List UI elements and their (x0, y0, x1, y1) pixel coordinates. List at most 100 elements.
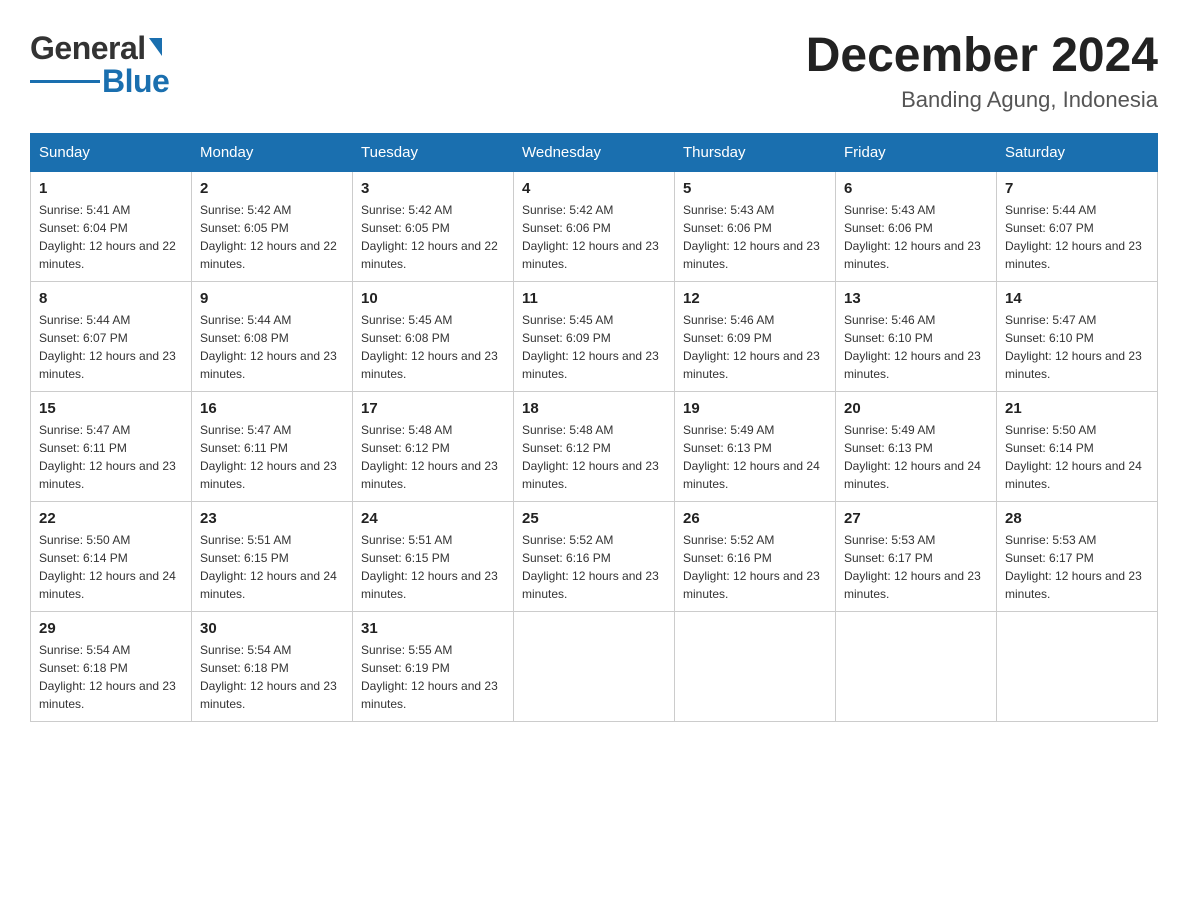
calendar-cell: 6 Sunrise: 5:43 AM Sunset: 6:06 PM Dayli… (836, 171, 997, 281)
day-number: 17 (361, 400, 505, 417)
logo-blue-text: Blue (102, 63, 169, 100)
day-info: Sunrise: 5:47 AM Sunset: 6:11 PM Dayligh… (39, 421, 183, 493)
day-number: 18 (522, 400, 666, 417)
day-info: Sunrise: 5:46 AM Sunset: 6:09 PM Dayligh… (683, 311, 827, 383)
calendar-cell: 11 Sunrise: 5:45 AM Sunset: 6:09 PM Dayl… (514, 281, 675, 391)
calendar-cell: 7 Sunrise: 5:44 AM Sunset: 6:07 PM Dayli… (997, 171, 1158, 281)
day-number: 22 (39, 510, 183, 527)
day-number: 12 (683, 290, 827, 307)
day-number: 6 (844, 180, 988, 197)
day-info: Sunrise: 5:54 AM Sunset: 6:18 PM Dayligh… (39, 641, 183, 713)
day-info: Sunrise: 5:50 AM Sunset: 6:14 PM Dayligh… (39, 531, 183, 603)
calendar-cell: 27 Sunrise: 5:53 AM Sunset: 6:17 PM Dayl… (836, 501, 997, 611)
calendar-cell: 5 Sunrise: 5:43 AM Sunset: 6:06 PM Dayli… (675, 171, 836, 281)
calendar-cell: 1 Sunrise: 5:41 AM Sunset: 6:04 PM Dayli… (31, 171, 192, 281)
logo-triangle-icon (149, 38, 162, 56)
calendar-cell: 2 Sunrise: 5:42 AM Sunset: 6:05 PM Dayli… (192, 171, 353, 281)
calendar-cell: 14 Sunrise: 5:47 AM Sunset: 6:10 PM Dayl… (997, 281, 1158, 391)
header-day-monday: Monday (192, 133, 353, 171)
day-number: 31 (361, 620, 505, 637)
day-info: Sunrise: 5:47 AM Sunset: 6:10 PM Dayligh… (1005, 311, 1149, 383)
day-info: Sunrise: 5:44 AM Sunset: 6:07 PM Dayligh… (39, 311, 183, 383)
day-info: Sunrise: 5:48 AM Sunset: 6:12 PM Dayligh… (522, 421, 666, 493)
calendar-cell: 16 Sunrise: 5:47 AM Sunset: 6:11 PM Dayl… (192, 391, 353, 501)
day-number: 7 (1005, 180, 1149, 197)
calendar-week-row: 8 Sunrise: 5:44 AM Sunset: 6:07 PM Dayli… (31, 281, 1158, 391)
calendar-cell: 4 Sunrise: 5:42 AM Sunset: 6:06 PM Dayli… (514, 171, 675, 281)
calendar-week-row: 29 Sunrise: 5:54 AM Sunset: 6:18 PM Dayl… (31, 611, 1158, 721)
calendar-week-row: 15 Sunrise: 5:47 AM Sunset: 6:11 PM Dayl… (31, 391, 1158, 501)
calendar-cell: 9 Sunrise: 5:44 AM Sunset: 6:08 PM Dayli… (192, 281, 353, 391)
header-day-tuesday: Tuesday (353, 133, 514, 171)
day-info: Sunrise: 5:51 AM Sunset: 6:15 PM Dayligh… (200, 531, 344, 603)
header-day-friday: Friday (836, 133, 997, 171)
header-day-wednesday: Wednesday (514, 133, 675, 171)
day-number: 13 (844, 290, 988, 307)
title-area: December 2024 Banding Agung, Indonesia (806, 30, 1158, 113)
calendar-cell: 29 Sunrise: 5:54 AM Sunset: 6:18 PM Dayl… (31, 611, 192, 721)
day-number: 26 (683, 510, 827, 527)
day-number: 19 (683, 400, 827, 417)
day-number: 15 (39, 400, 183, 417)
day-info: Sunrise: 5:53 AM Sunset: 6:17 PM Dayligh… (1005, 531, 1149, 603)
day-info: Sunrise: 5:43 AM Sunset: 6:06 PM Dayligh… (683, 201, 827, 273)
header-day-thursday: Thursday (675, 133, 836, 171)
day-info: Sunrise: 5:44 AM Sunset: 6:07 PM Dayligh… (1005, 201, 1149, 273)
calendar-header-row: SundayMondayTuesdayWednesdayThursdayFrid… (31, 133, 1158, 171)
calendar-cell: 26 Sunrise: 5:52 AM Sunset: 6:16 PM Dayl… (675, 501, 836, 611)
calendar-cell: 8 Sunrise: 5:44 AM Sunset: 6:07 PM Dayli… (31, 281, 192, 391)
day-info: Sunrise: 5:41 AM Sunset: 6:04 PM Dayligh… (39, 201, 183, 273)
day-number: 21 (1005, 400, 1149, 417)
calendar-cell: 24 Sunrise: 5:51 AM Sunset: 6:15 PM Dayl… (353, 501, 514, 611)
day-number: 25 (522, 510, 666, 527)
calendar-cell: 3 Sunrise: 5:42 AM Sunset: 6:05 PM Dayli… (353, 171, 514, 281)
calendar-cell (514, 611, 675, 721)
day-number: 4 (522, 180, 666, 197)
header: General Blue December 2024 Banding Agung… (30, 30, 1158, 113)
calendar-cell: 13 Sunrise: 5:46 AM Sunset: 6:10 PM Dayl… (836, 281, 997, 391)
calendar-cell: 28 Sunrise: 5:53 AM Sunset: 6:17 PM Dayl… (997, 501, 1158, 611)
day-number: 9 (200, 290, 344, 307)
day-number: 10 (361, 290, 505, 307)
day-info: Sunrise: 5:42 AM Sunset: 6:05 PM Dayligh… (200, 201, 344, 273)
calendar-cell (836, 611, 997, 721)
header-day-saturday: Saturday (997, 133, 1158, 171)
day-info: Sunrise: 5:50 AM Sunset: 6:14 PM Dayligh… (1005, 421, 1149, 493)
day-info: Sunrise: 5:53 AM Sunset: 6:17 PM Dayligh… (844, 531, 988, 603)
month-year-title: December 2024 (806, 30, 1158, 83)
calendar-cell: 21 Sunrise: 5:50 AM Sunset: 6:14 PM Dayl… (997, 391, 1158, 501)
day-number: 24 (361, 510, 505, 527)
day-number: 3 (361, 180, 505, 197)
calendar-week-row: 22 Sunrise: 5:50 AM Sunset: 6:14 PM Dayl… (31, 501, 1158, 611)
calendar-cell: 30 Sunrise: 5:54 AM Sunset: 6:18 PM Dayl… (192, 611, 353, 721)
day-number: 5 (683, 180, 827, 197)
day-info: Sunrise: 5:43 AM Sunset: 6:06 PM Dayligh… (844, 201, 988, 273)
day-info: Sunrise: 5:46 AM Sunset: 6:10 PM Dayligh… (844, 311, 988, 383)
day-info: Sunrise: 5:48 AM Sunset: 6:12 PM Dayligh… (361, 421, 505, 493)
header-day-sunday: Sunday (31, 133, 192, 171)
day-info: Sunrise: 5:54 AM Sunset: 6:18 PM Dayligh… (200, 641, 344, 713)
day-number: 29 (39, 620, 183, 637)
day-number: 14 (1005, 290, 1149, 307)
calendar-cell: 19 Sunrise: 5:49 AM Sunset: 6:13 PM Dayl… (675, 391, 836, 501)
calendar-table: SundayMondayTuesdayWednesdayThursdayFrid… (30, 133, 1158, 722)
day-number: 1 (39, 180, 183, 197)
day-number: 8 (39, 290, 183, 307)
day-info: Sunrise: 5:52 AM Sunset: 6:16 PM Dayligh… (683, 531, 827, 603)
day-info: Sunrise: 5:52 AM Sunset: 6:16 PM Dayligh… (522, 531, 666, 603)
day-info: Sunrise: 5:49 AM Sunset: 6:13 PM Dayligh… (844, 421, 988, 493)
calendar-cell: 15 Sunrise: 5:47 AM Sunset: 6:11 PM Dayl… (31, 391, 192, 501)
day-number: 27 (844, 510, 988, 527)
day-number: 23 (200, 510, 344, 527)
day-info: Sunrise: 5:45 AM Sunset: 6:09 PM Dayligh… (522, 311, 666, 383)
day-info: Sunrise: 5:47 AM Sunset: 6:11 PM Dayligh… (200, 421, 344, 493)
calendar-cell: 25 Sunrise: 5:52 AM Sunset: 6:16 PM Dayl… (514, 501, 675, 611)
calendar-cell: 23 Sunrise: 5:51 AM Sunset: 6:15 PM Dayl… (192, 501, 353, 611)
calendar-week-row: 1 Sunrise: 5:41 AM Sunset: 6:04 PM Dayli… (31, 171, 1158, 281)
day-info: Sunrise: 5:44 AM Sunset: 6:08 PM Dayligh… (200, 311, 344, 383)
day-info: Sunrise: 5:42 AM Sunset: 6:06 PM Dayligh… (522, 201, 666, 273)
calendar-cell: 22 Sunrise: 5:50 AM Sunset: 6:14 PM Dayl… (31, 501, 192, 611)
day-number: 30 (200, 620, 344, 637)
location-subtitle: Banding Agung, Indonesia (806, 87, 1158, 113)
calendar-cell: 12 Sunrise: 5:46 AM Sunset: 6:09 PM Dayl… (675, 281, 836, 391)
